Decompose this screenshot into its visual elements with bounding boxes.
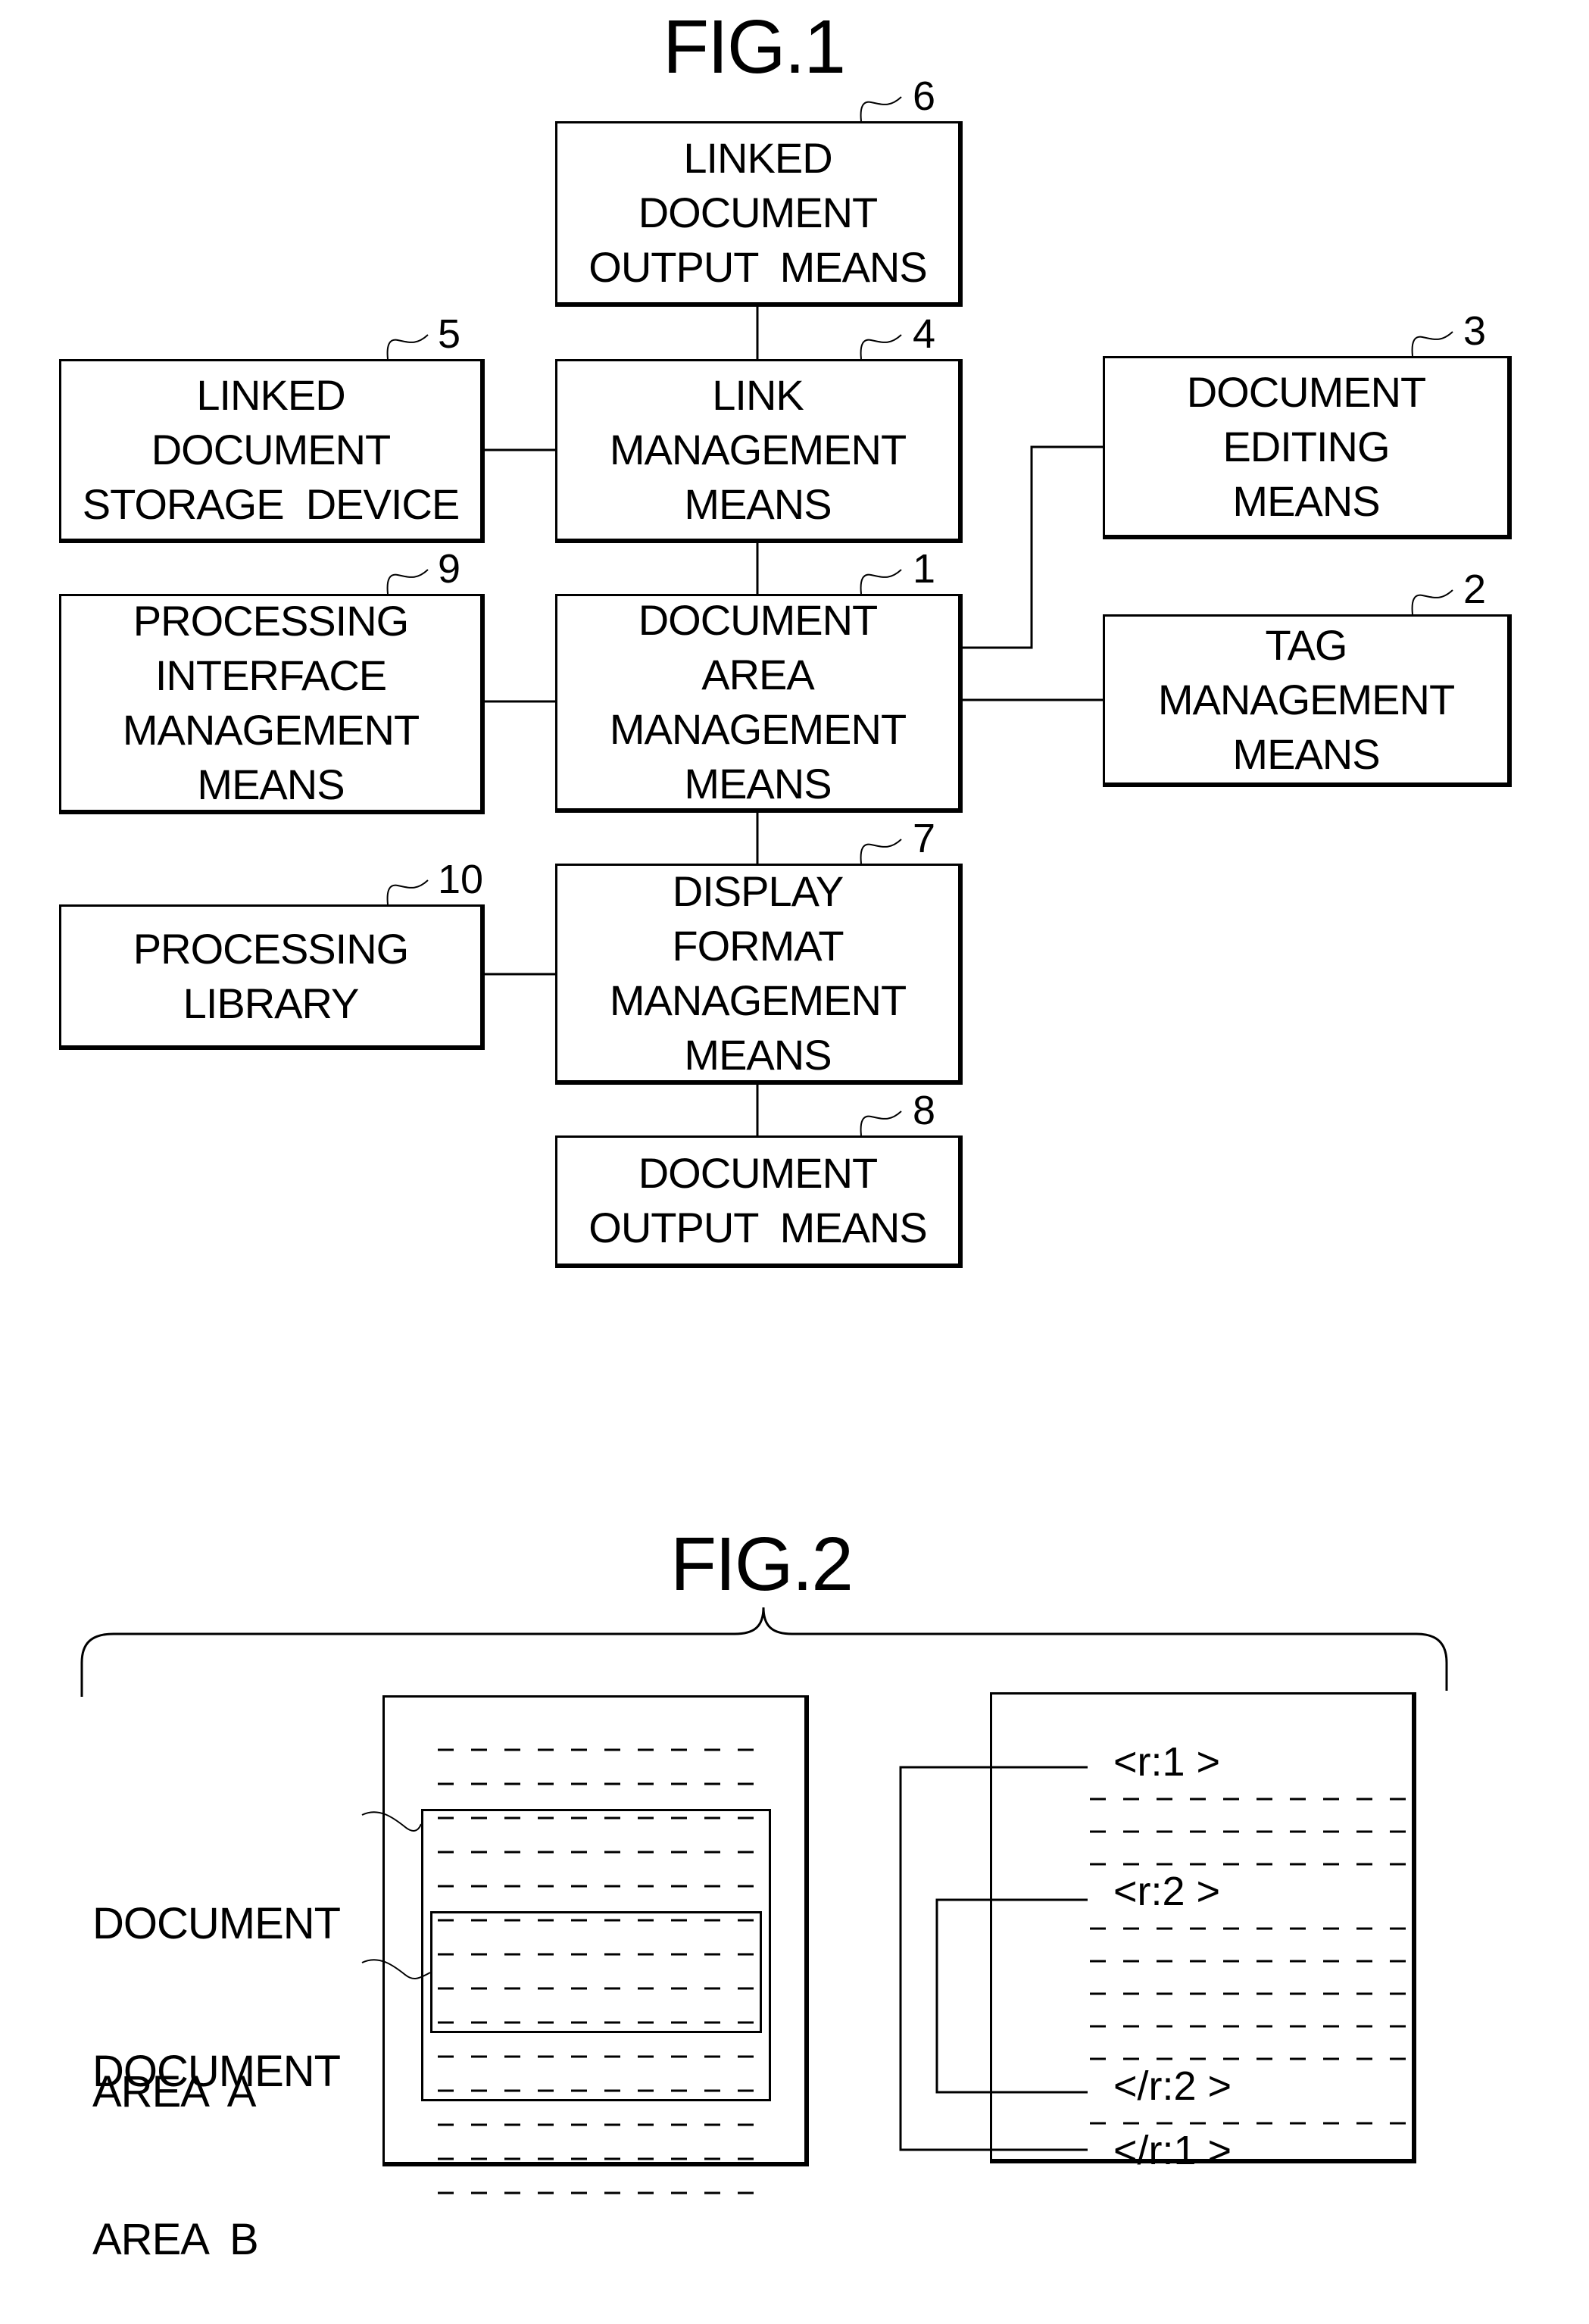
block-8-text-line: OUTPUT MEANS xyxy=(588,1204,927,1251)
block-10-processing-library: PROCESSING LIBRARY xyxy=(59,904,485,1050)
ref-numeral-3: 3 xyxy=(1463,308,1487,354)
fig2-title: FIG.2 xyxy=(670,1522,854,1607)
block-1-text-line: AREA xyxy=(701,651,814,698)
block-5-text-line: DOCUMENT xyxy=(151,426,392,473)
block-2-text-line: MANAGEMENT xyxy=(1157,675,1455,723)
block-2-text-line: MEANS xyxy=(1232,729,1380,778)
block-1-text-line: DOCUMENT xyxy=(638,596,879,644)
ref-numeral-4: 4 xyxy=(913,311,936,357)
block-10-text-line: PROCESSING xyxy=(133,924,409,973)
ref-numeral-10: 10 xyxy=(438,857,484,902)
block-4-text-line: LINK xyxy=(712,371,804,419)
ref-leader-4 xyxy=(860,334,902,360)
block-6-text-line: LINKED xyxy=(683,134,832,182)
block-9-text-line: INTERFACE xyxy=(155,651,387,699)
block-4-text-line: MANAGEMENT xyxy=(609,426,907,473)
connector-1-3 xyxy=(963,445,1103,649)
block-7-display-format-management-means: DISPLAY FORMAT MANAGEMENT MEANS xyxy=(555,864,963,1085)
ref-numeral-9: 9 xyxy=(438,546,461,592)
ref-numeral-6: 6 xyxy=(913,73,936,119)
ref-leader-5 xyxy=(386,334,429,360)
ref-leader-3 xyxy=(1411,331,1453,357)
block-9-text-line: MEANS xyxy=(197,761,345,808)
markup-tag: <r:2 > xyxy=(1113,1869,1221,1914)
markup-tag: </r:2 > xyxy=(1113,2063,1232,2109)
block-5-text-line: STORAGE DEVICE xyxy=(82,480,460,528)
block-10-text-line: LIBRARY xyxy=(183,979,360,1027)
ref-leader-8 xyxy=(860,1110,902,1136)
area-b-label-line-2: AREA B xyxy=(92,2215,259,2264)
markup-tag: </r:1 > xyxy=(1113,2128,1232,2173)
block-6-linked-document-output-means: LINKED DOCUMENT OUTPUT MEANS xyxy=(555,121,963,307)
block-8-document-output-means: DOCUMENT OUTPUT MEANS xyxy=(555,1135,963,1268)
block-1-text-line: MEANS xyxy=(684,760,832,807)
block-9-text-line: MANAGEMENT xyxy=(122,706,420,754)
block-9-processing-interface-management-means: PROCESSING INTERFACE MANAGEMENT MEANS xyxy=(59,594,485,814)
block-6-text-line: OUTPUT MEANS xyxy=(588,243,927,291)
fig2-brace xyxy=(80,1607,1448,1697)
ref-leader-9 xyxy=(386,569,429,595)
block-6-text-line: DOCUMENT xyxy=(638,189,879,236)
block-1-text-line: MANAGEMENT xyxy=(609,705,907,753)
block-4-link-management-means: LINK MANAGEMENT MEANS xyxy=(555,359,963,543)
document-area-b-frame xyxy=(430,1911,762,2033)
ref-numeral-1: 1 xyxy=(913,546,936,592)
block-9-text-line: PROCESSING xyxy=(133,597,409,645)
block-5-text-line: LINKED xyxy=(196,371,345,419)
area-b-label-line-1: DOCUMENT xyxy=(92,2047,341,2096)
block-7-text-line: MEANS xyxy=(684,1030,832,1079)
block-3-text-line: EDITING xyxy=(1222,422,1390,470)
ref-leader-6 xyxy=(860,96,902,122)
ref-leader-10 xyxy=(386,879,429,905)
block-3-text-line: DOCUMENT xyxy=(1186,367,1427,416)
ref-leader-1 xyxy=(860,569,902,595)
markup-tag: <r:1 > xyxy=(1113,1739,1221,1785)
block-3-text-line: MEANS xyxy=(1232,476,1380,525)
block-4-text-line: MEANS xyxy=(684,480,832,528)
ref-numeral-7: 7 xyxy=(913,816,936,861)
ref-numeral-8: 8 xyxy=(913,1088,936,1133)
ref-numeral-2: 2 xyxy=(1463,567,1487,612)
ref-leader-7 xyxy=(860,839,902,864)
area-b-label: DOCUMENT AREA B xyxy=(92,1932,341,2324)
block-7-text-line: DISPLAY xyxy=(672,867,844,915)
ref-numeral-5: 5 xyxy=(438,311,461,357)
block-7-text-line: FORMAT xyxy=(672,921,844,970)
block-8-text-line: DOCUMENT xyxy=(638,1149,879,1197)
block-7-text-line: MANAGEMENT xyxy=(609,976,907,1024)
block-1-document-area-management-means: DOCUMENT AREA MANAGEMENT MEANS xyxy=(555,594,963,813)
block-3-document-editing-means: DOCUMENT EDITING MEANS xyxy=(1103,356,1512,539)
block-5-linked-document-storage-device: LINKED DOCUMENT STORAGE DEVICE xyxy=(59,359,485,543)
block-2-tag-management-means: TAG MANAGEMENT MEANS xyxy=(1103,614,1512,787)
ref-leader-2 xyxy=(1411,589,1453,615)
block-2-text-line: TAG xyxy=(1265,620,1348,669)
